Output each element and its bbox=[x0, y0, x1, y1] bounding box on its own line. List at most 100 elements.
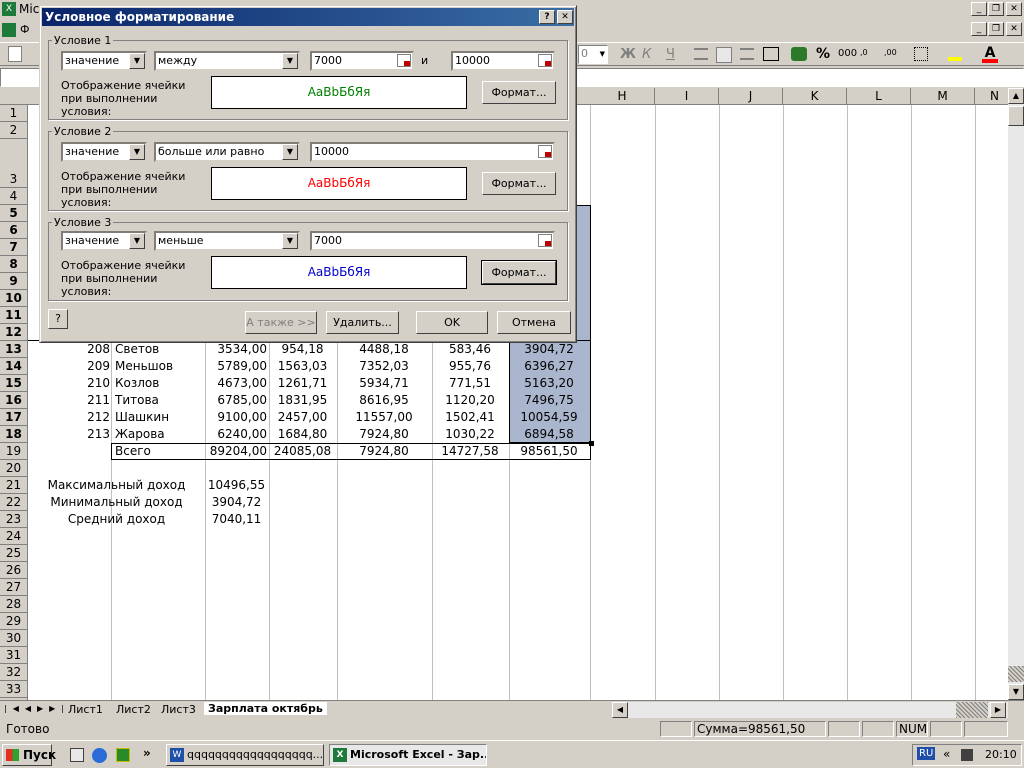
row-header[interactable]: 30 bbox=[0, 630, 28, 647]
stat-label[interactable]: Средний доход bbox=[28, 511, 205, 528]
restore-button[interactable]: ❐ bbox=[988, 2, 1004, 16]
cell-name[interactable]: Титова bbox=[115, 392, 203, 409]
row-header[interactable]: 3 bbox=[0, 139, 28, 188]
row-header[interactable]: 8 bbox=[0, 256, 28, 273]
font-color-icon[interactable]: A bbox=[982, 45, 998, 63]
row-header[interactable]: 5 bbox=[0, 205, 28, 222]
underline-button[interactable]: Ч bbox=[666, 47, 675, 62]
cell-value[interactable]: 4673,00 bbox=[206, 375, 267, 392]
condition-1-type-select[interactable]: значение ▼ bbox=[61, 51, 147, 71]
scroll-right-arrow[interactable]: ▶ bbox=[990, 702, 1006, 718]
row-header[interactable]: 18 bbox=[0, 426, 28, 443]
cancel-button[interactable]: Отмена bbox=[497, 311, 571, 334]
cell-value[interactable]: 4488,18 bbox=[338, 341, 430, 358]
cell-value[interactable]: 955,76 bbox=[433, 358, 507, 375]
percent-button[interactable]: % bbox=[816, 46, 830, 62]
row-header[interactable]: 29 bbox=[0, 613, 28, 630]
row-header[interactable]: 17 bbox=[0, 409, 28, 426]
condition-2-format-button[interactable]: Формат... bbox=[482, 172, 556, 195]
row-header[interactable]: 22 bbox=[0, 494, 28, 511]
total-value[interactable]: 7924,80 bbox=[338, 443, 430, 460]
condition-1-format-button[interactable]: Формат... bbox=[482, 81, 556, 104]
row-header[interactable]: 16 bbox=[0, 392, 28, 409]
cell-name[interactable]: Жарова bbox=[115, 426, 203, 443]
cell-id[interactable]: 211 bbox=[28, 392, 110, 409]
align-right-icon[interactable] bbox=[740, 48, 754, 60]
also-button[interactable]: А также >> bbox=[245, 311, 317, 334]
range-picker-icon[interactable] bbox=[538, 145, 552, 158]
row-header[interactable]: 1 bbox=[0, 105, 28, 122]
close-button[interactable]: ✕ bbox=[1006, 2, 1022, 16]
cell-value[interactable]: 6785,00 bbox=[206, 392, 267, 409]
column-header-l[interactable]: L bbox=[847, 88, 911, 105]
condition-1-operator-select[interactable]: между ▼ bbox=[154, 51, 300, 71]
new-document-icon[interactable] bbox=[8, 46, 22, 62]
scroll-left-arrow[interactable]: ◀ bbox=[612, 702, 628, 718]
row-header[interactable]: 14 bbox=[0, 358, 28, 375]
row-header[interactable]: 4 bbox=[0, 188, 28, 205]
row-header[interactable]: 23 bbox=[0, 511, 28, 528]
condition-2-value-input[interactable]: 10000 bbox=[310, 142, 555, 162]
condition-2-type-select[interactable]: значение ▼ bbox=[61, 142, 147, 162]
cell-value[interactable]: 7496,75 bbox=[510, 392, 588, 409]
fill-color-icon[interactable] bbox=[948, 47, 962, 61]
row-header[interactable]: 11 bbox=[0, 307, 28, 324]
row-header[interactable]: 27 bbox=[0, 579, 28, 596]
row-header[interactable]: 19 bbox=[0, 443, 28, 460]
app-icon[interactable] bbox=[116, 748, 130, 762]
row-header[interactable]: 9 bbox=[0, 273, 28, 290]
row-header[interactable]: 15 bbox=[0, 375, 28, 392]
cell-id[interactable]: 212 bbox=[28, 409, 110, 426]
cell-value[interactable]: 1563,03 bbox=[270, 358, 335, 375]
desktop-icon[interactable] bbox=[70, 748, 84, 762]
total-value[interactable]: 24085,08 bbox=[270, 443, 335, 460]
italic-button[interactable]: К bbox=[642, 47, 651, 62]
cell-value[interactable]: 1831,95 bbox=[270, 392, 335, 409]
row-header[interactable]: 2 bbox=[0, 122, 28, 139]
row-header[interactable]: 7 bbox=[0, 239, 28, 256]
total-value[interactable]: 89204,00 bbox=[206, 443, 267, 460]
cell-value[interactable]: 6240,00 bbox=[206, 426, 267, 443]
taskbar-excel-button[interactable]: X Microsoft Excel - Зар... bbox=[329, 744, 487, 766]
sheet-tab-1[interactable]: Лист1 bbox=[68, 703, 103, 716]
range-picker-icon[interactable] bbox=[538, 54, 552, 67]
row-header[interactable]: 32 bbox=[0, 664, 28, 681]
chevron-down-icon[interactable]: ▼ bbox=[282, 233, 298, 249]
font-size-combo[interactable]: 0 ▼ bbox=[578, 45, 608, 64]
cell-id[interactable]: 208 bbox=[28, 341, 110, 358]
cell-value[interactable]: 1120,20 bbox=[433, 392, 507, 409]
cell-name[interactable]: Меньшов bbox=[115, 358, 203, 375]
cell-value[interactable]: 6396,27 bbox=[510, 358, 588, 375]
stat-value[interactable]: 7040,11 bbox=[206, 511, 267, 528]
chevron-down-icon[interactable]: ▼ bbox=[129, 144, 145, 160]
condition-3-value-input[interactable]: 7000 bbox=[310, 231, 555, 251]
align-center-icon[interactable] bbox=[716, 47, 732, 63]
scroll-down-arrow[interactable]: ▼ bbox=[1008, 684, 1024, 700]
cell-value[interactable]: 5934,71 bbox=[338, 375, 430, 392]
sheet-tab-3[interactable]: Лист3 bbox=[161, 703, 196, 716]
column-header-n[interactable]: N bbox=[975, 88, 1008, 105]
stat-label[interactable]: Максимальный доход bbox=[28, 477, 205, 494]
cell-name[interactable]: Козлов bbox=[115, 375, 203, 392]
menu-file[interactable]: Ф bbox=[20, 23, 29, 36]
ok-button[interactable]: OK bbox=[416, 311, 488, 334]
column-header-i[interactable]: I bbox=[655, 88, 719, 105]
scroll-thumb[interactable] bbox=[1008, 106, 1024, 126]
cell-value[interactable]: 771,51 bbox=[433, 375, 507, 392]
row-header[interactable]: 33 bbox=[0, 681, 28, 698]
range-picker-icon[interactable] bbox=[397, 54, 411, 67]
merge-center-icon[interactable] bbox=[763, 47, 779, 61]
borders-icon[interactable] bbox=[914, 47, 928, 61]
condition-1-value2-input[interactable]: 10000 bbox=[451, 51, 555, 71]
cell-id[interactable]: 210 bbox=[28, 375, 110, 392]
vertical-scrollbar[interactable]: ▲ ▼ bbox=[1008, 88, 1024, 700]
start-button[interactable]: Пуск bbox=[2, 744, 56, 766]
cell-value[interactable]: 1684,80 bbox=[270, 426, 335, 443]
row-header[interactable]: 6 bbox=[0, 222, 28, 239]
h-split-box[interactable] bbox=[956, 702, 988, 718]
help-icon[interactable]: ? bbox=[48, 309, 68, 329]
cell-value[interactable]: 6894,58 bbox=[510, 426, 588, 443]
cell-value[interactable]: 583,46 bbox=[433, 341, 507, 358]
chevron-down-icon[interactable]: ▼ bbox=[282, 53, 298, 69]
delete-button[interactable]: Удалить... bbox=[326, 311, 399, 334]
